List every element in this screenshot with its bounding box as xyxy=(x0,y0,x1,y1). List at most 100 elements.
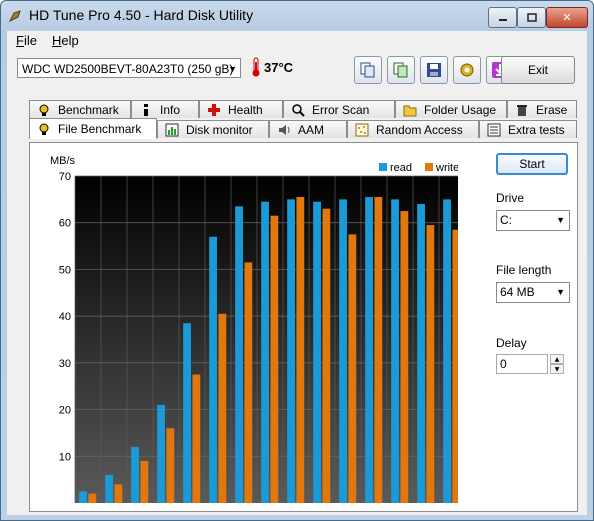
read-bar xyxy=(183,323,191,503)
tab-benchmark[interactable]: Benchmark xyxy=(29,100,131,118)
spin-up-icon[interactable]: ▲ xyxy=(550,354,564,364)
drive-select-value: WDC WD2500BEVT-80A23T0 (250 gB) xyxy=(22,62,234,76)
chevron-down-icon: ▼ xyxy=(556,287,565,297)
copy-text-button[interactable] xyxy=(354,56,382,84)
tab-random-access[interactable]: Random Access xyxy=(347,120,479,138)
read-bar xyxy=(235,206,243,503)
write-bar xyxy=(244,262,253,503)
write-bar xyxy=(348,234,357,503)
read-bar xyxy=(157,404,165,503)
write-bar xyxy=(88,493,97,503)
delay-label: Delay xyxy=(496,336,527,350)
read-bar xyxy=(443,199,451,503)
temperature-display: 37°C xyxy=(251,57,293,77)
read-bar xyxy=(391,199,399,503)
y-tick-label: 40 xyxy=(59,311,71,323)
client-area: File Help WDC WD2500BEVT-80A23T0 (250 gB… xyxy=(7,31,587,515)
tab-folder-usage[interactable]: Folder Usage xyxy=(395,100,507,118)
disk-monitor-icon xyxy=(164,122,180,138)
write-bar xyxy=(400,211,409,503)
minimize-icon xyxy=(498,18,507,21)
thermometer-icon xyxy=(252,57,260,77)
close-icon: ✕ xyxy=(562,11,572,24)
read-bar xyxy=(313,201,321,503)
tab-health[interactable]: Health xyxy=(199,100,283,118)
menu-file[interactable]: File xyxy=(16,33,37,48)
menu-help[interactable]: Help xyxy=(52,33,79,48)
legend-read-swatch xyxy=(379,163,387,171)
file-length-combo[interactable]: 64 MB ▼ xyxy=(496,282,570,303)
y-tick-label: 30 xyxy=(59,358,71,370)
delay-spinner[interactable]: ▲ ▼ xyxy=(550,354,564,374)
drive-combo[interactable]: C: ▼ xyxy=(496,210,570,231)
spin-down-icon[interactable]: ▼ xyxy=(550,364,564,374)
delay-input[interactable]: 0 xyxy=(496,354,548,374)
y-tick-label: 10 xyxy=(59,451,71,463)
read-bar xyxy=(339,199,347,503)
tab-extra-tests[interactable]: Extra tests xyxy=(479,120,577,138)
extra-tests-icon xyxy=(486,122,502,138)
write-bar xyxy=(192,374,201,503)
save-button[interactable] xyxy=(420,56,448,84)
benchmark-chart: MB/s102030405060700.51248163264128256512… xyxy=(50,155,458,504)
options-button[interactable] xyxy=(453,56,481,84)
tab-erase[interactable]: Erase xyxy=(507,100,577,118)
y-tick-label: 70 xyxy=(59,171,71,183)
options-icon xyxy=(460,63,474,77)
y-tick-label: 20 xyxy=(59,405,71,417)
exit-button[interactable]: Exit xyxy=(501,56,575,84)
read-bar xyxy=(131,446,139,503)
magnifier-icon xyxy=(290,102,306,118)
title-bar[interactable]: HD Tune Pro 4.50 - Hard Disk Utility ✕ xyxy=(1,1,593,31)
benchmark-icon xyxy=(36,102,52,118)
app-icon xyxy=(8,10,21,23)
info-icon xyxy=(138,102,154,118)
tab-error-scan[interactable]: Error Scan xyxy=(283,100,395,118)
drive-select[interactable]: WDC WD2500BEVT-80A23T0 (250 gB) ▼ xyxy=(17,58,241,78)
trash-icon xyxy=(514,102,530,118)
tab-label: AAM xyxy=(298,122,325,137)
tab-aam[interactable]: AAM xyxy=(269,120,347,138)
write-bar xyxy=(296,197,305,503)
tab-info[interactable]: Info xyxy=(131,100,199,118)
file-benchmark-panel: MB/s102030405060700.51248163264128256512… xyxy=(29,142,578,512)
read-bar xyxy=(287,199,295,503)
legend-read-label: read xyxy=(390,162,412,174)
write-bar xyxy=(322,208,331,503)
read-bar xyxy=(79,491,87,503)
drive-label: Drive xyxy=(496,191,525,205)
file-benchmark-icon xyxy=(36,121,52,137)
tab-disk-monitor[interactable]: Disk monitor xyxy=(157,120,269,138)
tab-file-benchmark[interactable]: File Benchmark xyxy=(29,118,157,139)
main-window: HD Tune Pro 4.50 - Hard Disk Utility ✕ F… xyxy=(0,0,594,521)
save-icon xyxy=(427,63,441,77)
write-bar xyxy=(114,484,123,503)
write-bar xyxy=(270,215,279,503)
health-cross-icon xyxy=(206,102,222,118)
tab-label: Extra tests xyxy=(508,122,565,137)
copy-text-icon xyxy=(360,62,375,78)
close-button[interactable]: ✕ xyxy=(546,7,588,28)
chevron-down-icon: ▼ xyxy=(228,64,237,74)
file-length-label: File length xyxy=(496,263,552,277)
copy-screenshot-button[interactable] xyxy=(387,56,415,84)
tab-label: Disk monitor xyxy=(186,122,253,137)
file-length-value: 64 MB xyxy=(500,285,535,299)
maximize-button[interactable] xyxy=(517,7,546,28)
read-bar xyxy=(105,474,113,503)
write-bar xyxy=(218,313,227,503)
minimize-button[interactable] xyxy=(488,7,517,28)
write-bar xyxy=(374,197,383,503)
tab-label: Benchmark xyxy=(58,102,119,117)
chevron-down-icon: ▼ xyxy=(556,215,565,225)
start-button[interactable]: Start xyxy=(496,153,568,175)
temperature-value: 37°C xyxy=(264,59,294,75)
speaker-icon xyxy=(276,122,292,138)
tab-label: Info xyxy=(160,102,181,117)
write-bar xyxy=(452,229,458,503)
tab-label: File Benchmark xyxy=(58,122,142,136)
tab-label: Health xyxy=(228,102,263,117)
maximize-icon xyxy=(526,13,537,22)
legend-write-swatch xyxy=(425,163,433,171)
y-tick-label: 60 xyxy=(59,218,71,230)
